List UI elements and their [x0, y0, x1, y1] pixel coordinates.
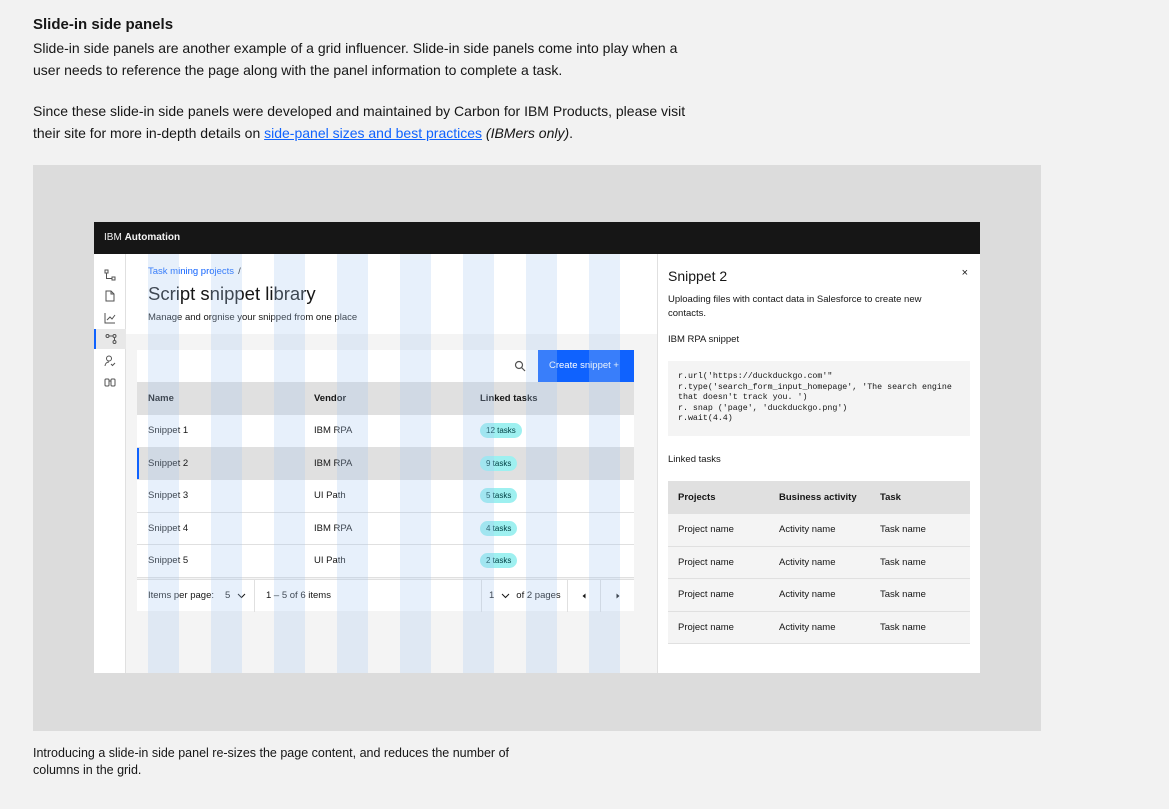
cell-name: Snippet 4 — [148, 522, 189, 534]
table-row[interactable]: Project name Activity name Task name — [668, 579, 970, 612]
next-page-button[interactable] — [601, 580, 634, 612]
binoculars-icon[interactable] — [94, 372, 126, 392]
cell-vendor: IBM RPA — [314, 522, 353, 534]
panel-description: Uploading files with contact data in Sal… — [668, 294, 922, 319]
cell-vendor: UI Path — [314, 490, 346, 502]
brand-prefix: IBM — [104, 232, 125, 243]
close-icon[interactable]: × — [962, 267, 968, 279]
cell-name: Snippet 5 — [148, 555, 189, 567]
page-total: of 2 pages — [516, 590, 561, 601]
caret-left-icon — [582, 593, 586, 598]
panel-title: Snippet 2 — [668, 268, 728, 284]
tasks-tag: 12 tasks — [480, 423, 522, 439]
cell-project: Project name — [678, 556, 734, 568]
cell-project: Project name — [678, 589, 734, 601]
chart-icon[interactable] — [94, 308, 126, 328]
table-row[interactable]: Snippet 1 IBM RPA 12 tasks — [137, 415, 634, 448]
table-row[interactable]: Project name Activity name Task name — [668, 611, 970, 644]
column-header-linked-tasks[interactable]: Linked tasks — [469, 393, 634, 404]
cell-activity: Activity name — [779, 589, 836, 601]
cell-task: Task name — [880, 621, 926, 633]
table-header: Name Vendor Linked tasks — [137, 382, 634, 415]
cell-vendor: IBM RPA — [314, 457, 353, 469]
table-toolbar: Create snippet + — [137, 350, 634, 382]
side-panel-link[interactable]: side-panel sizes and best practices — [264, 125, 482, 141]
caret-right-icon — [616, 593, 619, 598]
process-icon[interactable] — [94, 329, 126, 349]
app-header: IBM Automation — [94, 222, 980, 254]
brand-name: Automation — [124, 232, 181, 243]
doc-paragraph-2: Since these slide-in side panels were de… — [33, 100, 693, 144]
linked-tasks-table: Projects Business activity Task Project … — [668, 481, 970, 644]
column-header-name[interactable]: Name — [137, 393, 303, 404]
panel-table-header: Projects Business activity Task — [668, 481, 970, 514]
column-header-vendor[interactable]: Vendor — [303, 393, 469, 404]
doc-paragraph-1: Slide-in side panels are another example… — [33, 40, 678, 78]
tasks-tag: 9 tasks — [480, 455, 518, 471]
page-content: Task mining projects / Script snippet lib… — [126, 254, 657, 673]
linked-tasks-label: Linked tasks — [668, 454, 721, 465]
table-row[interactable]: Project name Activity name Task name — [668, 546, 970, 579]
figure-caption: Introducing a slide-in side panel re-siz… — [33, 746, 509, 777]
cell-name: Snippet 2 — [148, 457, 189, 469]
breadcrumb-task-mining[interactable]: Task mining projects — [148, 266, 234, 277]
column-header-task[interactable]: Task — [870, 492, 970, 503]
cell-activity: Activity name — [779, 524, 836, 536]
cell-name: Snippet 3 — [148, 490, 189, 502]
items-per-page: Items per page: 5 — [137, 579, 255, 612]
app-window: IBM Automation Task mining projects / Sc… — [94, 222, 980, 673]
table-row[interactable]: Project name Activity name Task name — [668, 514, 970, 547]
table-row[interactable]: Snippet 4 IBM RPA 4 tasks — [137, 512, 634, 545]
document-icon[interactable] — [94, 286, 126, 306]
table-row[interactable]: Snippet 5 UI Path 2 tasks — [137, 545, 634, 578]
page-select-value: 1 — [489, 590, 495, 601]
previous-page-button[interactable] — [568, 579, 601, 612]
doc-paragraph-2-end: . — [569, 125, 574, 141]
flow-icon[interactable] — [94, 265, 126, 285]
snippet-label: IBM RPA snippet — [668, 334, 740, 345]
tasks-tag: 5 tasks — [480, 488, 518, 504]
table-row[interactable]: Snippet 3 UI Path 5 tasks — [137, 480, 634, 513]
column-header-projects[interactable]: Projects — [668, 492, 769, 503]
doc-heading: Slide-in side panels — [33, 16, 174, 33]
breadcrumb: Task mining projects / — [148, 266, 241, 277]
chevron-down-icon — [501, 593, 510, 598]
snippet-table: Name Vendor Linked tasks Snippet 1 IBM R… — [137, 382, 634, 578]
cell-vendor: IBM RPA — [314, 425, 353, 437]
cell-project: Project name — [678, 621, 734, 633]
figure: IBM Automation Task mining projects / Sc… — [33, 165, 1041, 731]
page-title: Script snippet library — [148, 283, 316, 304]
create-snippet-button[interactable]: Create snippet + — [538, 350, 634, 382]
page-select[interactable]: 1 of 2 pages — [482, 579, 568, 612]
side-rail — [94, 254, 126, 673]
side-panel: Snippet 2 × Uploading files with contact… — [657, 254, 980, 673]
cell-activity: Activity name — [779, 556, 836, 568]
cell-task: Task name — [880, 524, 926, 536]
items-range: 1 – 5 of 6 items — [255, 579, 482, 612]
ibmers-only-note: (IBMers only) — [485, 125, 570, 141]
tasks-tag: 4 tasks — [480, 520, 518, 536]
code-snippet[interactable]: r.url('https://duckduckgo.com'" r.type('… — [668, 361, 970, 436]
items-per-page-label: Items per page: — [148, 590, 215, 601]
column-header-business-activity[interactable]: Business activity — [769, 492, 870, 503]
cell-name: Snippet 1 — [148, 425, 189, 437]
items-per-page-value: 5 — [225, 590, 231, 601]
items-per-page-select[interactable]: 5 — [225, 590, 246, 601]
search-icon[interactable] — [514, 359, 526, 377]
page-subtitle: Manage and orgnise your snipped from one… — [148, 312, 358, 323]
chevron-down-icon — [237, 593, 246, 598]
user-check-icon[interactable] — [94, 351, 126, 371]
cell-project: Project name — [678, 524, 734, 536]
breadcrumb-separator: / — [238, 266, 241, 277]
pagination: Items per page: 5 1 – 5 of 6 items 1 of … — [137, 579, 634, 612]
cell-activity: Activity name — [779, 621, 836, 633]
cell-task: Task name — [880, 556, 926, 568]
table-row-selected[interactable]: Snippet 2 IBM RPA 9 tasks — [137, 447, 634, 480]
cell-vendor: UI Path — [314, 555, 346, 567]
tasks-tag: 2 tasks — [480, 553, 518, 569]
content-header: Task mining projects / Script snippet lib… — [126, 254, 657, 334]
cell-task: Task name — [880, 589, 926, 601]
